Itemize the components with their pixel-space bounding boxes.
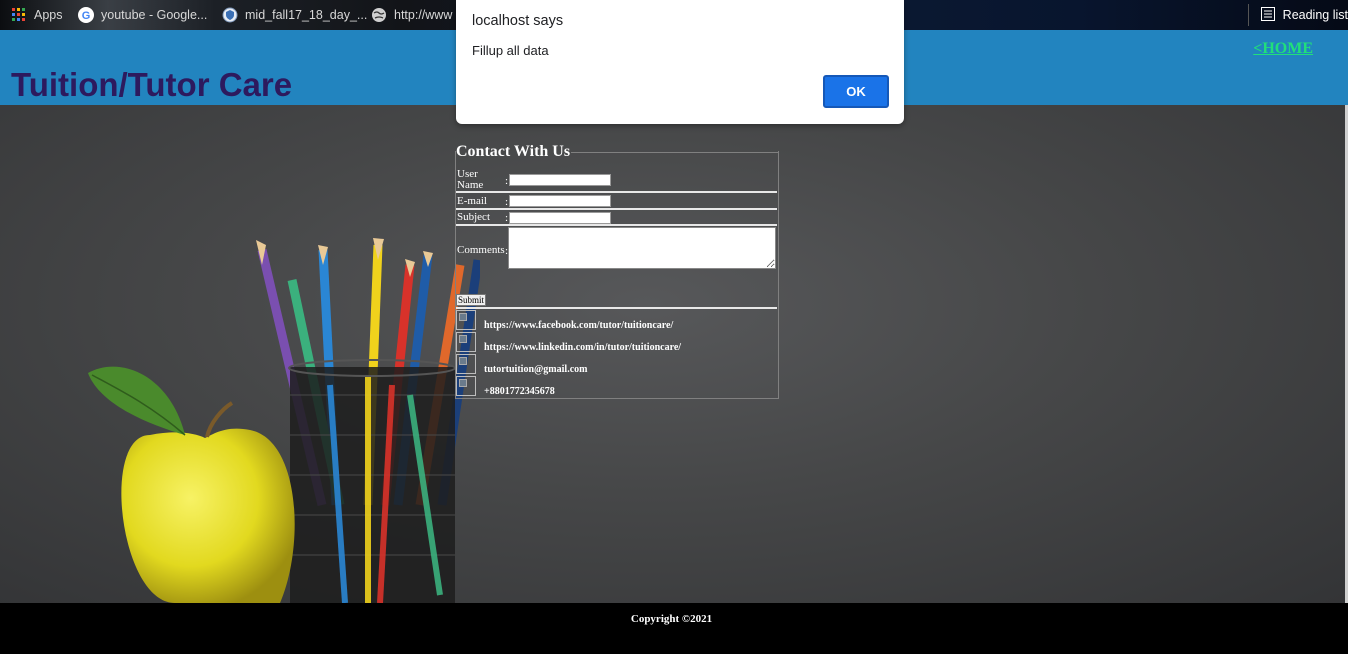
email-contact-text: tutortuition@gmail.com [484, 364, 588, 375]
social-email: tutortuition@gmail.com [456, 354, 778, 376]
background-pencils-apple-image [88, 238, 480, 603]
home-link[interactable]: <HOME [1253, 40, 1313, 58]
row-separator [456, 191, 777, 193]
bookmark-mid-fall[interactable]: mid_fall17_18_day_... [222, 0, 367, 30]
phone-contact-text: +8801772345678 [484, 386, 555, 397]
apps-grid-icon [11, 7, 27, 23]
submit-button[interactable]: Submit [456, 294, 487, 306]
social-facebook: https://www.facebook.com/tutor/tuitionca… [456, 310, 778, 332]
fieldset-border [571, 152, 778, 153]
dialog-message: Fillup all data [472, 43, 549, 58]
contact-form: Contact With Us User Name : E-mail : Sub… [455, 143, 779, 399]
comments-textarea[interactable] [508, 227, 776, 269]
shield-icon [222, 7, 238, 23]
broken-image-icon [456, 376, 476, 396]
social-phone: +8801772345678 [456, 376, 778, 398]
copyright-text: Copyright ©2021 [630, 613, 713, 625]
site-title: Tuition/Tutor Care [11, 66, 293, 103]
linkedin-link-text: https://www.linkedin.com/in/tutor/tuitio… [484, 342, 682, 353]
reading-list-label: Reading list [1282, 8, 1348, 22]
facebook-link-text: https://www.facebook.com/tutor/tuitionca… [484, 320, 674, 331]
broken-image-icon [456, 332, 476, 352]
reading-list-icon [1260, 6, 1275, 24]
username-input[interactable] [509, 174, 611, 186]
ok-button[interactable]: OK [823, 75, 889, 108]
dialog-title: localhost says [472, 13, 564, 29]
broken-image-icon [456, 310, 476, 330]
site-footer: Copyright ©2021 [0, 603, 1348, 654]
alert-dialog: localhost says Fillup all data OK [456, 0, 904, 124]
bookmark-label: youtube - Google... [101, 8, 208, 22]
contact-legend: Contact With Us [456, 143, 571, 160]
globe-icon [371, 7, 387, 23]
colon: : [505, 196, 509, 208]
email-label: E-mail [457, 195, 487, 207]
reading-list-button[interactable]: Reading list [1247, 4, 1348, 26]
bookmark-label: Apps [34, 8, 63, 22]
subject-input[interactable] [509, 212, 611, 224]
row-separator [456, 208, 777, 210]
username-label: User Name [457, 168, 484, 191]
bookmark-youtube[interactable]: G youtube - Google... [78, 0, 207, 30]
colon: : [505, 175, 509, 187]
svg-text:G: G [82, 10, 91, 22]
bookmark-label: http://www [394, 8, 453, 22]
colon: : [505, 212, 509, 224]
row-separator [456, 224, 777, 226]
email-input[interactable] [509, 195, 611, 207]
subject-label: Subject [457, 211, 490, 223]
broken-image-icon [456, 354, 476, 374]
bookmark-apps[interactable]: Apps [11, 0, 63, 30]
social-linkedin: https://www.linkedin.com/in/tutor/tuitio… [456, 332, 778, 354]
google-icon: G [78, 7, 94, 23]
comments-label: Comments [457, 244, 505, 256]
bookmark-http[interactable]: http://www [371, 0, 452, 30]
main-content: Contact With Us User Name : E-mail : Sub… [0, 105, 1348, 603]
bookmark-label: mid_fall17_18_day_... [245, 8, 368, 22]
row-separator [456, 307, 777, 309]
